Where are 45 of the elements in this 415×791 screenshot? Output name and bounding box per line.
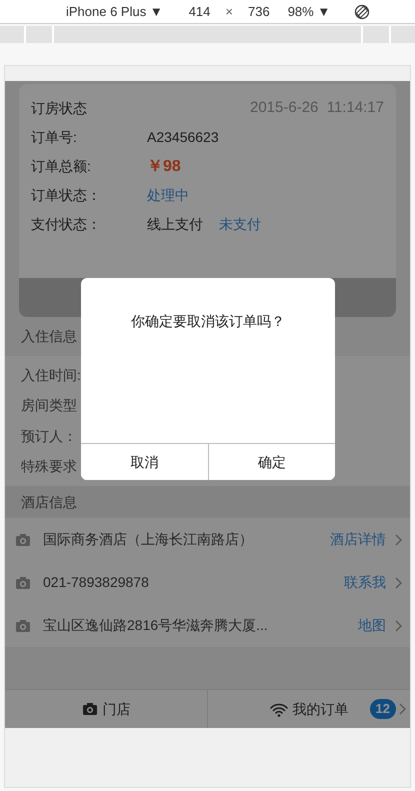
media-query-segment[interactable]: [391, 26, 415, 43]
media-query-segment[interactable]: [54, 26, 361, 43]
camera-icon: [15, 532, 31, 546]
card-title: 订房状态: [31, 99, 88, 118]
media-query-segment[interactable]: [363, 26, 389, 43]
field-label: 特殊要求: [21, 457, 77, 476]
price-value: ￥98: [147, 156, 181, 176]
device-dropdown[interactable]: iPhone 6 Plus ▼: [66, 2, 163, 22]
hotel-info-text: 国际商务酒店（上海长江南路店）: [43, 530, 254, 549]
tab-button[interactable]: 门店: [5, 690, 207, 728]
chevron-icon: [398, 703, 406, 715]
zoom-dropdown[interactable]: 98% ▼: [288, 2, 330, 22]
count-badge: 12: [370, 699, 396, 719]
camera-icon: [15, 576, 31, 590]
media-query-segment[interactable]: [26, 26, 52, 43]
hotel-info-text: 宝山区逸仙路2816号华滋奔腾大厦...: [43, 616, 269, 635]
times-sign: ×: [225, 2, 233, 21]
payment-status: 未支付: [219, 215, 261, 234]
wifi-icon: [270, 702, 288, 716]
dialog-message: 你确定要取消该订单吗？: [130, 312, 286, 331]
width-value[interactable]: 414: [188, 2, 210, 22]
field-value: 线上支付: [147, 215, 203, 234]
hotel-info-text: 021-7893829878: [43, 573, 150, 592]
field-label: 订单总额:: [31, 157, 92, 176]
section-title: 入住信息: [21, 327, 77, 346]
dialog-button[interactable]: 确定: [208, 444, 335, 480]
tab-button[interactable]: 我的订单 12: [207, 690, 410, 728]
chevron-icon: [394, 534, 402, 546]
field-label: 订单号:: [31, 128, 78, 147]
height-value[interactable]: 736: [248, 2, 270, 22]
section-title: 酒店信息: [21, 492, 77, 512]
camera-icon: [82, 702, 98, 716]
field-label: 支付状态：: [31, 215, 102, 234]
field-value: A23456623: [147, 128, 219, 147]
status-value: 处理中: [147, 186, 189, 205]
chevron-icon: [394, 576, 402, 588]
field-label: 预订人：: [21, 426, 77, 446]
field-label: 订单状态：: [31, 186, 102, 205]
field-label: 房间类型: [21, 396, 77, 416]
order-time: 2015-6-26 11:14:17: [250, 98, 384, 118]
chevron-icon: [394, 620, 402, 632]
camera-icon: [15, 618, 31, 632]
rotate-icon[interactable]: [354, 4, 370, 20]
media-query-segment[interactable]: [0, 26, 24, 43]
field-label: 入住时间:: [21, 366, 81, 385]
